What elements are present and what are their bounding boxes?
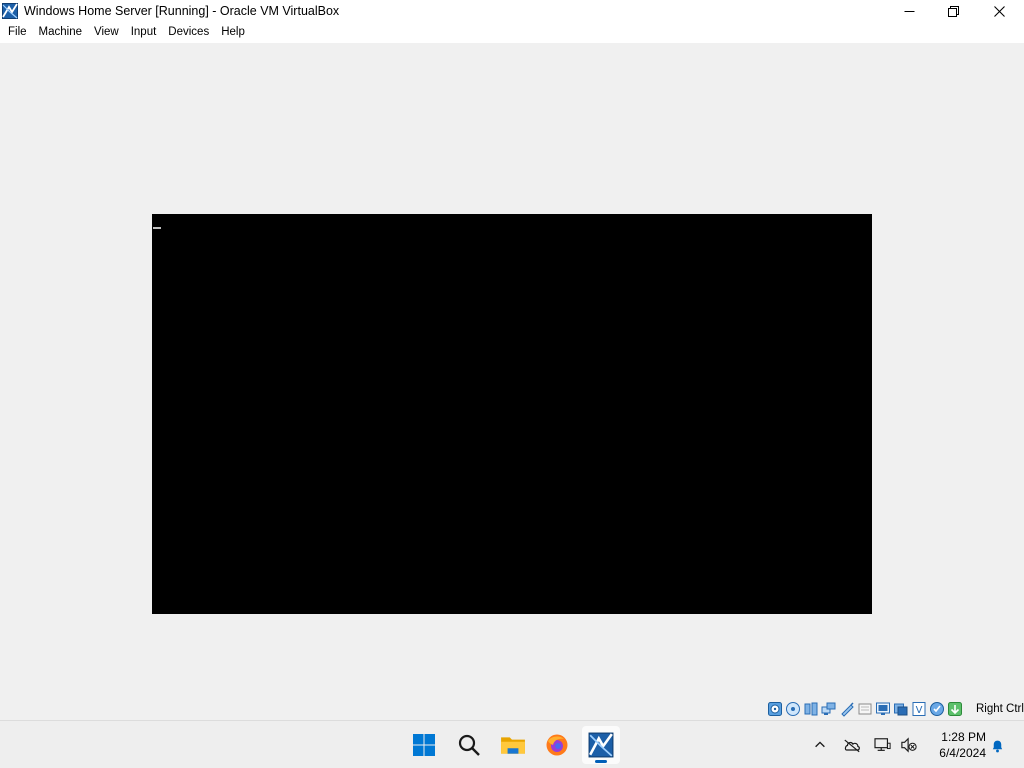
onedrive-tray-button[interactable] [842, 735, 862, 755]
network-icon[interactable] [821, 701, 837, 717]
menu-input[interactable]: Input [125, 22, 163, 43]
text-cursor [153, 227, 161, 229]
active-app-indicator [595, 760, 607, 763]
chevron-up-icon [815, 741, 825, 748]
vm-status-bar: V Right Ctrl [0, 699, 1024, 720]
menu-machine[interactable]: Machine [33, 22, 88, 43]
audio-icon[interactable] [803, 701, 819, 717]
title-bar[interactable]: Windows Home Server [Running] - Oracle V… [0, 0, 1024, 22]
search-icon [458, 734, 480, 756]
notifications-button[interactable] [987, 735, 1007, 755]
search-button[interactable] [450, 726, 488, 764]
menu-bar: File Machine View Input Devices Help [0, 22, 1024, 43]
menu-help[interactable]: Help [215, 22, 251, 43]
close-icon [993, 5, 1005, 17]
window-title: Windows Home Server [Running] - Oracle V… [24, 4, 340, 18]
optical-drive-icon[interactable] [785, 701, 801, 717]
hard-disk-icon[interactable] [767, 701, 783, 717]
minimize-icon [904, 10, 914, 12]
close-button[interactable] [976, 0, 1022, 22]
shared-folders-icon[interactable] [857, 701, 873, 717]
keyboard-capture-icon[interactable] [947, 701, 963, 717]
minimize-button[interactable] [886, 0, 932, 22]
virtualbox-icon [588, 732, 614, 758]
vm-screen[interactable] [152, 214, 872, 614]
menu-devices[interactable]: Devices [162, 22, 215, 43]
firefox-icon [546, 734, 568, 756]
windows-taskbar: 1:28 PM 6/4/2024 [0, 720, 1024, 768]
start-icon [413, 734, 435, 756]
virtualization-icon[interactable]: V [911, 701, 927, 717]
virtualbox-icon [2, 3, 18, 19]
display-icon[interactable] [875, 701, 891, 717]
video-capture-icon[interactable] [893, 701, 909, 717]
mouse-integration-icon[interactable] [929, 701, 945, 717]
firefox-button[interactable] [538, 726, 576, 764]
file-explorer-icon [501, 737, 525, 754]
virtualbox-taskbar-button[interactable] [582, 726, 620, 764]
clock-time: 1:28 PM [941, 730, 986, 744]
onedrive-icon [844, 739, 860, 752]
volume-tray-button[interactable] [899, 735, 919, 755]
maximize-button[interactable] [930, 0, 976, 22]
menu-view[interactable]: View [88, 22, 125, 43]
maximize-icon [947, 5, 959, 17]
menu-file[interactable]: File [2, 22, 33, 43]
usb-icon[interactable] [839, 701, 855, 717]
clock[interactable]: 1:28 PM 6/4/2024 [926, 729, 986, 761]
notification-bell-icon [992, 740, 1002, 752]
volume-icon [901, 737, 917, 753]
start-button[interactable] [405, 726, 443, 764]
network-icon [874, 738, 891, 751]
clock-date: 6/4/2024 [939, 746, 986, 760]
svg-text:V: V [916, 705, 923, 716]
file-explorer-button[interactable] [494, 726, 532, 764]
vm-display-area [0, 43, 1024, 699]
network-tray-button[interactable] [873, 735, 893, 755]
host-key-label[interactable]: Right Ctrl [976, 703, 1024, 715]
show-hidden-icons-button[interactable] [810, 735, 830, 755]
